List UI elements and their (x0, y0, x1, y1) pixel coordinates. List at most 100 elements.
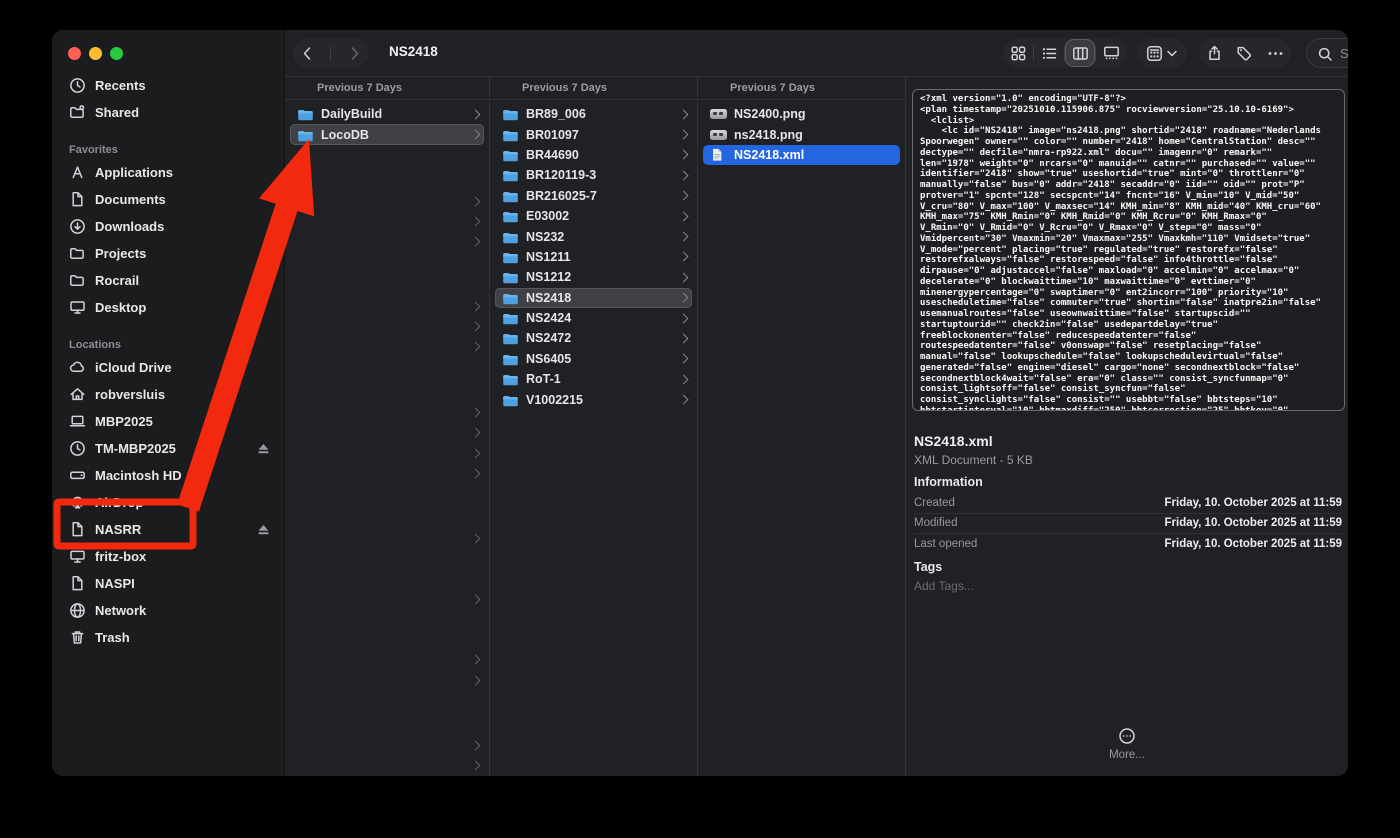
display-icon (69, 548, 86, 565)
chevron-right-icon[interactable] (471, 217, 481, 227)
more-icon[interactable] (1267, 45, 1284, 62)
folder-row[interactable]: V1002215 (495, 389, 692, 409)
sidebar-item-nasrr[interactable]: NASRR (52, 516, 284, 543)
folder-row[interactable]: BR89_006 (495, 104, 692, 124)
folder-row-ns2418[interactable]: NS2418 (495, 288, 692, 308)
group-by-button[interactable] (1137, 38, 1187, 68)
sidebar-item-icloud-drive[interactable]: iCloud Drive (52, 354, 284, 381)
folder-row[interactable]: RoT-1 (495, 369, 692, 389)
zoom-window-button[interactable] (110, 47, 123, 60)
sidebar-item-macintosh-hd[interactable]: Macintosh HD (52, 462, 284, 489)
sidebar-item-documents[interactable]: Documents (52, 186, 284, 213)
chevron-right-icon (679, 272, 689, 282)
sidebar-item-fritz-box[interactable]: fritz-box (52, 543, 284, 570)
file-row-ns2400-png[interactable]: NS2400.png (703, 104, 900, 124)
file-name: ns2418.png (734, 128, 803, 142)
minimize-window-button[interactable] (89, 47, 102, 60)
share-icon[interactable] (1206, 45, 1223, 62)
add-tags-field[interactable]: Add Tags... (914, 579, 974, 593)
folder-icon (502, 250, 519, 264)
folder-row[interactable]: BR44690 (495, 145, 692, 165)
sidebar-item-downloads[interactable]: Downloads (52, 213, 284, 240)
laptop-icon (69, 413, 86, 430)
chevron-right-icon[interactable] (471, 428, 481, 438)
chevron-right-icon[interactable] (471, 302, 481, 312)
chevron-right-icon[interactable] (471, 449, 481, 459)
file-preview[interactable]: <?xml version="1.0" encoding="UTF-8"?> <… (912, 89, 1345, 411)
sidebar-item-label: Downloads (95, 219, 164, 234)
chevron-right-icon (679, 374, 689, 384)
navigation-buttons (293, 38, 369, 68)
folder-row-locodb[interactable]: LocoDB (290, 124, 484, 144)
sidebar-item-naspi[interactable]: NASPI (52, 570, 284, 597)
sidebar-item-projects[interactable]: Projects (52, 240, 284, 267)
sidebar-item-shared[interactable]: Shared (52, 99, 284, 126)
sidebar-item-label: Network (95, 603, 146, 618)
folder-row[interactable]: BR216025-7 (495, 186, 692, 206)
sidebar-item-robversluis[interactable]: robversluis (52, 381, 284, 408)
information-header: Information (914, 475, 983, 489)
sidebar-item-recents[interactable]: Recents (52, 72, 284, 99)
folder-row[interactable]: E03002 (495, 206, 692, 226)
folder-row-dailybuild[interactable]: DailyBuild (290, 104, 484, 124)
folder-row[interactable]: NS6405 (495, 349, 692, 369)
folder-row[interactable]: BR120119-3 (495, 165, 692, 185)
chevron-right-icon[interactable] (471, 197, 481, 207)
column-view-button[interactable] (1065, 39, 1095, 67)
folder-icon (502, 148, 519, 162)
list-view-button[interactable] (1034, 38, 1064, 68)
chevron-right-icon[interactable] (471, 469, 481, 479)
time-machine-icon (69, 440, 86, 457)
close-window-button[interactable] (68, 47, 81, 60)
chevron-right-icon (471, 130, 481, 140)
chevron-right-icon[interactable] (471, 322, 481, 332)
folder-row[interactable]: BR01097 (495, 124, 692, 144)
more-label[interactable]: More... (1109, 749, 1145, 761)
chevron-right-icon[interactable] (471, 534, 481, 544)
sidebar-item-network[interactable]: Network (52, 597, 284, 624)
column-view-icon (1072, 45, 1089, 62)
folder-row[interactable]: NS1211 (495, 247, 692, 267)
folder-icon (502, 311, 519, 325)
sidebar-item-mbp2025[interactable]: MBP2025 (52, 408, 284, 435)
chevron-right-icon[interactable] (471, 342, 481, 352)
sidebar-item-rocrail[interactable]: Rocrail (52, 267, 284, 294)
more-circle-icon[interactable] (1118, 727, 1136, 745)
sidebar-item-desktop[interactable]: Desktop (52, 294, 284, 321)
chevron-right-icon (679, 334, 689, 344)
sidebar-item-tm-mbp2025[interactable]: TM-MBP2025 (52, 435, 284, 462)
download-icon (69, 218, 86, 235)
eject-icon[interactable] (257, 442, 270, 455)
file-row-ns2418-png[interactable]: ns2418.png (703, 124, 900, 144)
chevron-right-icon[interactable] (471, 237, 481, 247)
sidebar-item-trash[interactable]: Trash (52, 624, 284, 651)
file-name: BR89_006 (526, 107, 586, 121)
eject-icon[interactable] (257, 523, 270, 536)
folder-row[interactable]: NS2472 (495, 328, 692, 348)
search-field[interactable] (1306, 38, 1348, 68)
folder-row[interactable]: NS232 (495, 226, 692, 246)
folder-row[interactable]: NS1212 (495, 267, 692, 287)
column-1: Previous 7 Days DailyBuild LocoDB (285, 77, 490, 776)
chevron-right-icon[interactable] (471, 408, 481, 418)
chevron-right-icon[interactable] (471, 761, 481, 771)
search-input[interactable] (1338, 45, 1348, 62)
tag-icon[interactable] (1236, 45, 1253, 62)
sidebar-item-label: Applications (95, 165, 173, 180)
folder-icon (502, 352, 519, 366)
content-area: NS2418 (285, 30, 1348, 776)
chevron-right-icon[interactable] (471, 655, 481, 665)
sidebar-item-applications[interactable]: Applications (52, 159, 284, 186)
chevron-right-icon[interactable] (471, 595, 481, 605)
back-icon[interactable] (300, 45, 317, 62)
file-row-ns2418-xml[interactable]: NS2418.xml (703, 145, 900, 165)
sidebar-item-label: NASRR (95, 522, 141, 537)
folder-row[interactable]: NS2424 (495, 308, 692, 328)
gallery-view-button[interactable] (1096, 38, 1126, 68)
sidebar-item-airdrop[interactable]: AirDrop (52, 489, 284, 516)
forward-icon[interactable] (345, 45, 362, 62)
grid-view-button[interactable] (1003, 38, 1033, 68)
chevron-right-icon[interactable] (471, 676, 481, 686)
chevron-right-icon (679, 130, 689, 140)
chevron-right-icon[interactable] (471, 741, 481, 751)
